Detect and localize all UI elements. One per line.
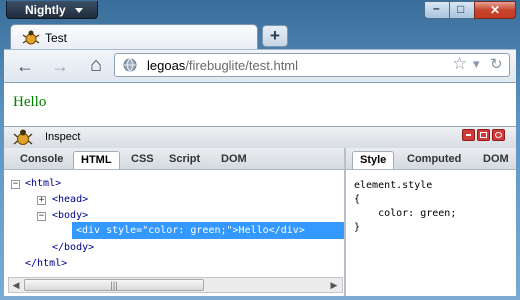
tab-css[interactable]: CSS: [124, 151, 161, 169]
tree-node-div-selected[interactable]: <div style="color: green;">Hello</div>: [76, 225, 305, 236]
tree-node-body-close[interactable]: </body>: [52, 242, 94, 253]
tab-dom[interactable]: DOM: [214, 151, 254, 169]
scrollbar-grip-icon: |||: [110, 280, 118, 290]
maximize-icon: □: [457, 2, 465, 16]
tab-style[interactable]: Style: [352, 151, 395, 169]
tab-html[interactable]: HTML: [73, 151, 120, 169]
page-hello-text: Hello: [13, 94, 47, 110]
close-icon: [495, 132, 502, 138]
tab-computed[interactable]: Computed: [400, 151, 468, 169]
firebug-close-button[interactable]: [492, 129, 505, 141]
tab-title: Test: [45, 31, 68, 45]
reload-icon[interactable]: ↻: [490, 55, 503, 73]
close-icon: ✕: [490, 3, 501, 17]
page-content: [4, 83, 516, 127]
style-panel: [346, 148, 516, 296]
style-rule-open-brace: {: [354, 194, 361, 205]
url-path: /firebuglite/test.html: [185, 58, 299, 73]
collapse-toggle[interactable]: −: [37, 212, 46, 221]
url-dropdown-icon[interactable]: ▾: [473, 56, 480, 72]
style-rule-property[interactable]: color: green;: [354, 208, 456, 219]
detach-icon: [480, 132, 487, 138]
home-icon: ⌂: [89, 54, 103, 76]
firebug-minimize-button[interactable]: [462, 129, 475, 141]
firebug-favicon-icon: [22, 30, 40, 45]
firebug-detach-button[interactable]: [477, 129, 490, 141]
scroll-right-icon[interactable]: ▶: [327, 279, 341, 291]
tab-script[interactable]: Script: [162, 151, 207, 169]
back-button[interactable]: ←: [15, 56, 35, 76]
globe-icon: [123, 58, 137, 72]
bookmark-star-icon[interactable]: ☆: [452, 54, 467, 74]
tab-console[interactable]: Console: [13, 151, 70, 169]
minimize-icon: [466, 134, 471, 136]
collapse-toggle[interactable]: −: [11, 180, 20, 189]
maximize-window-button[interactable]: □: [449, 1, 475, 19]
firebug-bug-icon[interactable]: [13, 128, 33, 146]
tab-dom-side[interactable]: DOM: [476, 151, 516, 169]
home-button[interactable]: ⌂: [86, 55, 106, 75]
close-window-button[interactable]: ✕: [474, 1, 516, 19]
app-menu-label: Nightly: [25, 3, 66, 17]
forward-arrow-icon: →: [51, 56, 69, 76]
minimize-window-button[interactable]: –: [424, 1, 450, 19]
scrollbar-thumb[interactable]: |||: [24, 279, 204, 291]
minimize-icon: –: [433, 1, 440, 15]
expand-toggle[interactable]: +: [37, 196, 46, 205]
url-host: legoas: [147, 58, 186, 73]
inspect-button[interactable]: Inspect: [45, 131, 80, 143]
forward-button[interactable]: →: [50, 56, 70, 76]
new-tab-button[interactable]: +: [262, 25, 288, 47]
tree-node-body[interactable]: <body>: [52, 210, 88, 221]
scroll-left-icon[interactable]: ◀: [9, 279, 23, 291]
nightly-app-menu-button[interactable]: Nightly: [6, 1, 98, 19]
style-rule-selector: element.style: [354, 180, 433, 191]
url-bar[interactable]: legoas/firebuglite/test.html ☆ ▾ ↻: [114, 53, 510, 77]
tree-node-html[interactable]: <html>: [25, 178, 61, 189]
chevron-down-icon: [75, 8, 83, 13]
tree-node-head[interactable]: <head>: [52, 194, 88, 205]
url-text: legoas/firebuglite/test.html: [147, 58, 298, 73]
style-rule-close-brace: }: [354, 222, 361, 233]
tree-node-html-close[interactable]: </html>: [25, 258, 67, 269]
back-arrow-icon: ←: [16, 56, 34, 76]
firebug-toolbar: [4, 126, 516, 148]
tab-test[interactable]: Test: [10, 24, 258, 50]
